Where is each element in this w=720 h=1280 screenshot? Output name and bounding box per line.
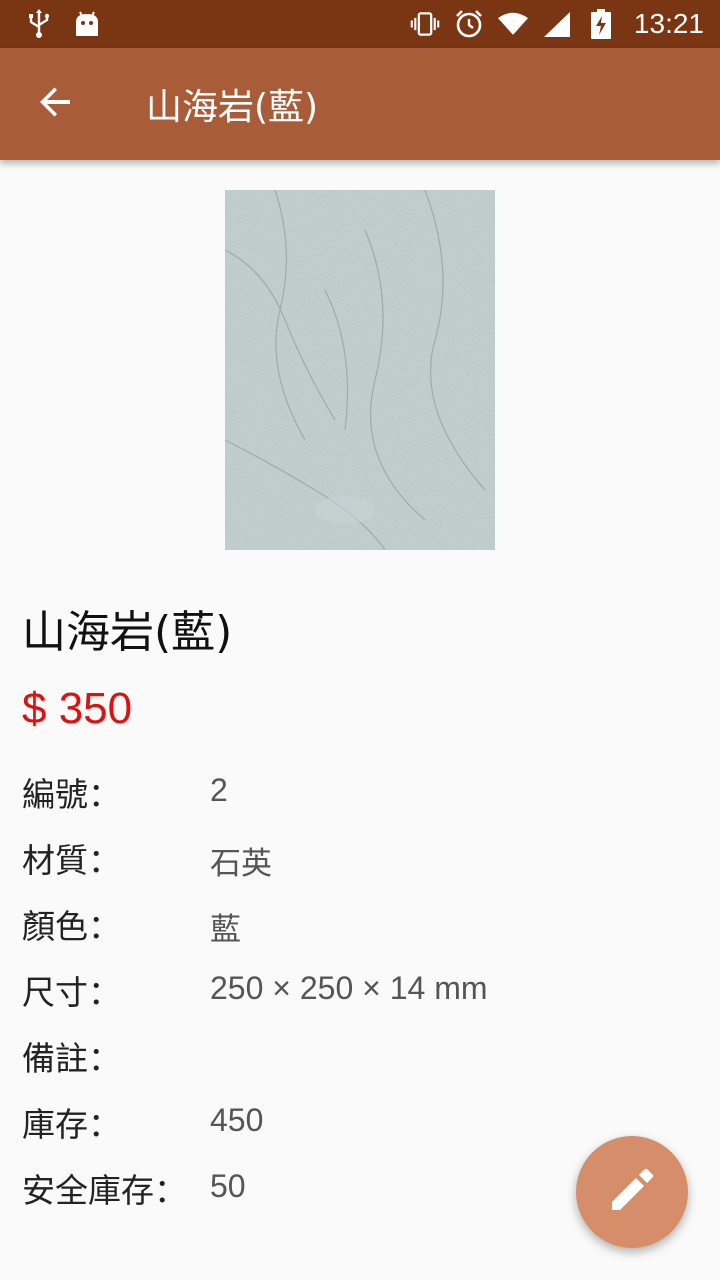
detail-label: 顏色： bbox=[22, 907, 121, 946]
usb-icon bbox=[24, 9, 54, 39]
signal-icon bbox=[542, 9, 572, 39]
alarm-icon bbox=[454, 9, 484, 39]
detail-row-size: 尺寸： 250 × 250 × 14 mm bbox=[22, 966, 702, 1016]
status-bar: 13:21 bbox=[0, 0, 720, 48]
detail-label: 備註： bbox=[22, 1039, 121, 1078]
detail-value: 2 bbox=[210, 772, 228, 808]
detail-label: 編號： bbox=[22, 775, 121, 814]
product-image bbox=[225, 190, 495, 550]
back-button[interactable] bbox=[0, 48, 112, 160]
detail-label: 材質： bbox=[22, 841, 121, 880]
battery-charging-icon bbox=[586, 9, 616, 39]
detail-row-material: 材質： 石英 bbox=[22, 834, 702, 884]
page-title: 山海岩(藍) bbox=[146, 87, 319, 128]
detail-label: 安全庫存： bbox=[22, 1171, 187, 1210]
detail-value: 石英 bbox=[210, 846, 272, 882]
detail-row-id: 編號： 2 bbox=[22, 768, 702, 818]
detail-value: 450 bbox=[210, 1102, 264, 1138]
product-price: $ 350 bbox=[22, 684, 133, 733]
detail-row-color: 顏色： 藍 bbox=[22, 900, 702, 950]
detail-value: 藍 bbox=[210, 912, 241, 948]
detail-value: 250 × 250 × 14 mm bbox=[210, 970, 488, 1006]
app-bar: 山海岩(藍) bbox=[0, 48, 720, 160]
detail-label: 尺寸： bbox=[22, 973, 121, 1012]
status-time: 13:21 bbox=[633, 8, 704, 39]
edit-fab-button[interactable] bbox=[576, 1136, 688, 1248]
arrow-back-icon bbox=[38, 84, 74, 124]
android-debug-icon bbox=[72, 9, 102, 39]
detail-label: 庫存： bbox=[22, 1105, 121, 1144]
detail-row-stock: 庫存： 450 bbox=[22, 1098, 702, 1148]
wifi-icon bbox=[497, 9, 528, 39]
vibrate-icon bbox=[410, 9, 440, 39]
product-name: 山海岩(藍) bbox=[22, 607, 233, 658]
detail-value: 50 bbox=[210, 1168, 246, 1204]
edit-pencil-icon bbox=[608, 1166, 656, 1218]
detail-row-notes: 備註： bbox=[22, 1032, 702, 1082]
